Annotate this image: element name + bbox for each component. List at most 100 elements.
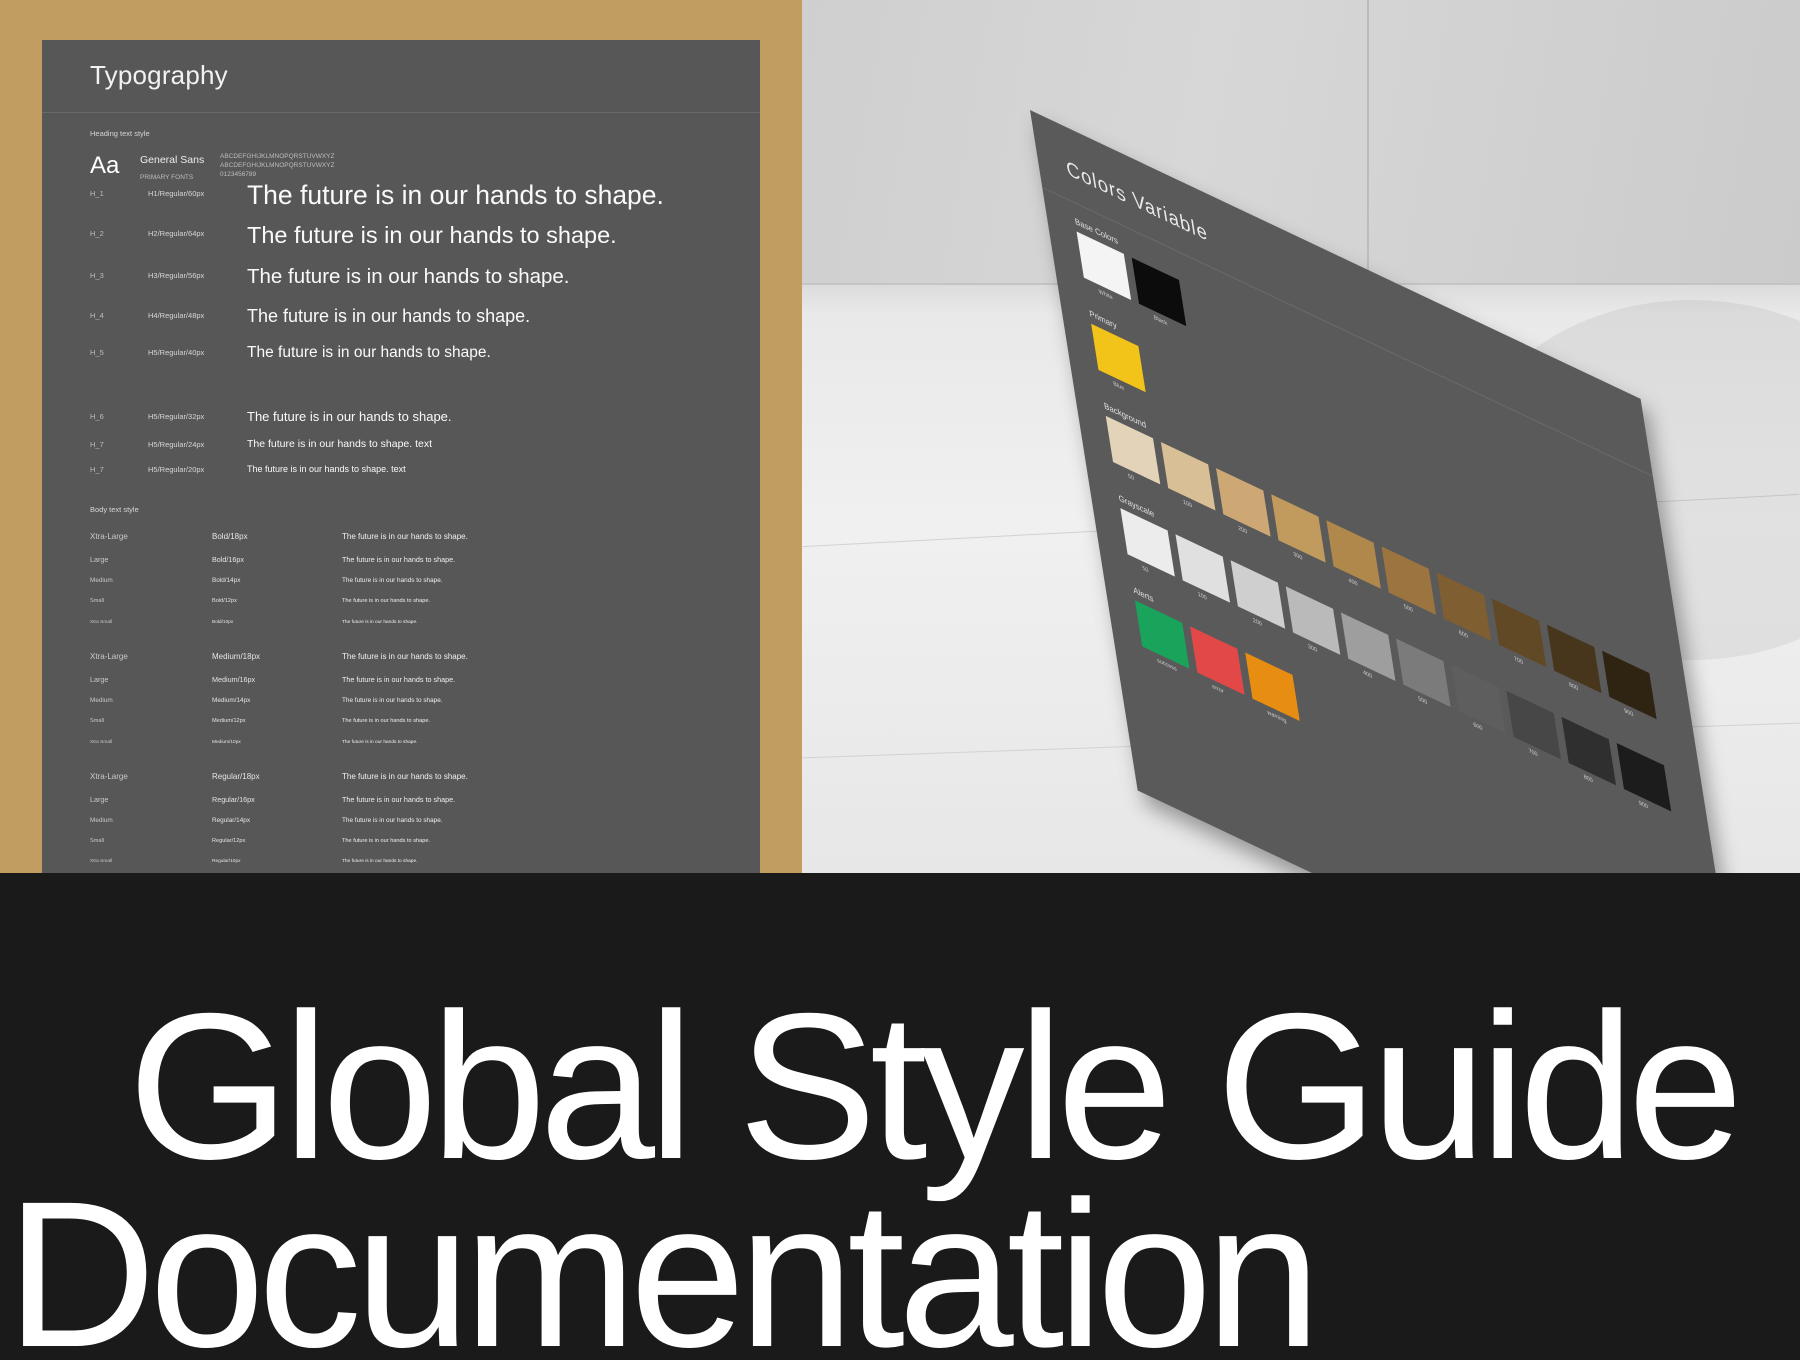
- heading-sample: The future is in our hands to shape.: [247, 265, 570, 288]
- body-row: Medium Medium/14px The future is in our …: [42, 697, 760, 709]
- body-spec: Medium/16px: [212, 675, 256, 684]
- body-row: Small Bold/12px The future is in our han…: [42, 598, 760, 610]
- heading-tag: H_1: [90, 189, 104, 198]
- grayscale-swatch-label: 900: [1638, 799, 1649, 811]
- heading-sample: The future is in our hands to shape. tex…: [247, 438, 433, 450]
- background-swatch: [1160, 442, 1216, 511]
- grayscale-swatch-label: 100: [1197, 591, 1208, 603]
- heading-section-label: Heading text style: [90, 129, 150, 138]
- body-row: Large Bold/16px The future is in our han…: [42, 555, 760, 567]
- body-spec: Medium/10px: [212, 740, 241, 745]
- grayscale-swatch-label: 500: [1417, 695, 1428, 707]
- body-sample: The future is in our hands to shape.: [342, 675, 456, 684]
- body-size: Large: [90, 795, 109, 804]
- alerts-swatch: [1245, 652, 1300, 721]
- body-row: Medium Bold/14px The future is in our ha…: [42, 577, 760, 589]
- heading-row: H_7 H5/Regular/24px The future is in our…: [42, 438, 760, 458]
- background-swatch: [1436, 572, 1492, 641]
- heading-tag: H_6: [90, 412, 104, 421]
- body-spec: Regular/16px: [212, 795, 255, 804]
- body-row: Xtra Small Bold/10px The future is in ou…: [42, 620, 760, 632]
- body-sample: The future is in our hands to shape.: [342, 532, 468, 541]
- background-swatch-label: 600: [1458, 629, 1469, 641]
- body-spec: Bold/14px: [212, 577, 241, 584]
- grayscale-swatch: [1175, 534, 1231, 603]
- grayscale-swatch-label: 300: [1307, 643, 1318, 655]
- body-size: Small: [90, 598, 104, 604]
- grayscale-swatch: [1340, 612, 1396, 681]
- alerts-swatch: [1134, 600, 1190, 669]
- background-swatch-label: 100: [1182, 499, 1193, 510]
- grayscale-swatch: [1230, 560, 1286, 629]
- body-spec: Medium/18px: [212, 652, 261, 661]
- background-swatch: [1326, 520, 1381, 589]
- primary-swatch-label: Blue: [1112, 380, 1125, 393]
- wall-seam: [1367, 0, 1369, 285]
- heading-row: H_3 H3/Regular/56px The future is in our…: [42, 265, 760, 288]
- base-swatch: [1076, 231, 1132, 301]
- body-row: Small Regular/12px The future is in our …: [42, 838, 760, 850]
- heading-spec: H5/Regular/32px: [148, 412, 205, 421]
- body-row: Medium Regular/14px The future is in our…: [42, 817, 760, 829]
- heading-spec: H3/Regular/56px: [148, 271, 205, 280]
- body-sample: The future is in our hands to shape.: [342, 859, 418, 864]
- grayscale-swatch-label: 700: [1528, 747, 1539, 759]
- heading-spec: H5/Regular/40px: [148, 348, 205, 357]
- body-spec: Medium/14px: [212, 697, 251, 704]
- grayscale-swatch: [1506, 690, 1561, 760]
- body-spec: Medium/12px: [212, 718, 246, 724]
- body-sample: The future is in our hands to shape.: [342, 740, 418, 745]
- body-row: Xtra Small Regular/10px The future is in…: [42, 859, 760, 871]
- body-sample: The future is in our hands to shape.: [342, 697, 443, 704]
- primary-swatch: [1091, 323, 1146, 393]
- heading-tag: H_7: [90, 440, 104, 449]
- body-size: Xtra-Large: [90, 652, 128, 661]
- heading-row: H_6 H5/Regular/32px The future is in our…: [42, 409, 760, 429]
- body-size: Medium: [90, 817, 113, 824]
- heading-tag: H_3: [90, 271, 104, 280]
- grayscale-swatch-label: 50: [1142, 565, 1150, 575]
- grayscale-swatch: [1285, 586, 1341, 655]
- heading-sample: The future is in our hands to shape.: [247, 306, 531, 326]
- glyphs-lowercase: ABCDEFGHIJKLMNOPQRSTUVWXYZ: [220, 162, 335, 169]
- body-sample: The future is in our hands to shape.: [342, 555, 456, 564]
- body-row: Xtra Small Medium/10px The future is in …: [42, 740, 760, 752]
- grayscale-swatch-label: 400: [1362, 669, 1373, 681]
- heading-tag: H_4: [90, 311, 104, 320]
- background-swatch: [1546, 624, 1602, 694]
- heading-spec: H2/Regular/64px: [148, 229, 205, 238]
- body-section-label: Body text style: [90, 505, 139, 514]
- grayscale-swatch: [1396, 638, 1451, 708]
- background-swatch-label: 800: [1568, 681, 1579, 693]
- body-sample: The future is in our hands to shape.: [342, 577, 443, 584]
- background-swatch: [1271, 494, 1326, 563]
- heading-row: H_4 H4/Regular/48px The future is in our…: [42, 306, 760, 326]
- background-swatch: [1216, 468, 1271, 537]
- body-spec: Regular/10px: [212, 859, 241, 864]
- heading-sample: The future is in our hands to shape.: [247, 222, 617, 248]
- font-glyphs: ABCDEFGHIJKLMNOPQRSTUVWXYZ ABCDEFGHIJKLM…: [220, 152, 334, 179]
- grayscale-swatch: [1120, 508, 1175, 577]
- glyphs-uppercase: ABCDEFGHIJKLMNOPQRSTUVWXYZ: [220, 153, 335, 160]
- heading-tag: H_2: [90, 229, 104, 238]
- heading-row: H_1 H1/Regular/60px The future is in our…: [42, 180, 760, 210]
- heading-tag: H_7: [90, 465, 104, 474]
- body-size: Xtra Small: [90, 620, 113, 625]
- grayscale-swatch-label: 200: [1252, 617, 1263, 629]
- body-spec: Regular/18px: [212, 772, 260, 781]
- typography-sheet: Typography Heading text style Aa General…: [42, 40, 760, 873]
- headline-line-2: Documentation: [6, 1159, 1321, 1360]
- body-row: Xtra-Large Bold/18px The future is in ou…: [42, 532, 760, 544]
- body-row: Xtra-Large Regular/18px The future is in…: [42, 772, 760, 784]
- background-swatch-label: 700: [1513, 655, 1524, 667]
- background-swatch-label: 500: [1403, 603, 1414, 615]
- body-sample: The future is in our hands to shape.: [342, 718, 431, 724]
- font-name: General Sans: [140, 154, 205, 166]
- grayscale-swatch: [1561, 716, 1617, 786]
- grayscale-swatch-label: 600: [1472, 721, 1484, 733]
- heading-sample: The future is in our hands to shape.: [247, 409, 452, 424]
- body-row: Xtra-Large Medium/18px The future is in …: [42, 652, 760, 664]
- body-sample: The future is in our hands to shape.: [342, 620, 418, 625]
- heading-spec: H5/Regular/24px: [148, 440, 205, 449]
- heading-spec: H5/Regular/20px: [148, 465, 205, 474]
